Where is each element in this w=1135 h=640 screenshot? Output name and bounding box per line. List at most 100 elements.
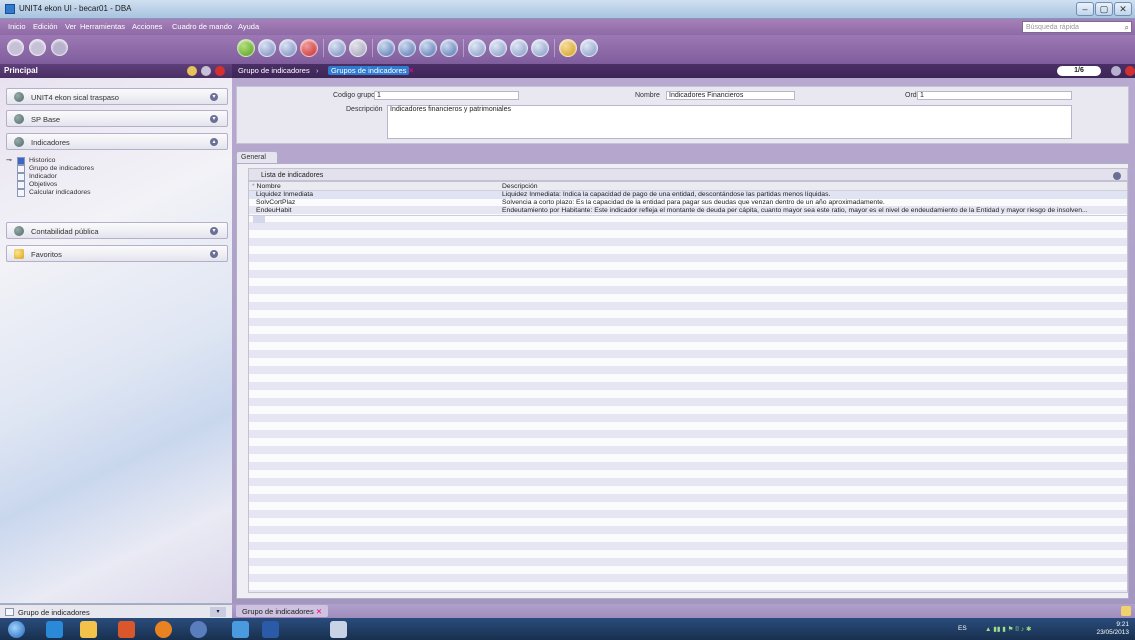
column-header-descripcion[interactable]: Descripción <box>499 182 1127 191</box>
open-form-tab[interactable]: Grupo de indicadores ✕ <box>236 605 329 617</box>
clock[interactable]: 9:21 23/05/2013 <box>1096 621 1129 637</box>
toolbar-separator <box>323 39 324 57</box>
menu-edicion[interactable]: Edición <box>33 22 58 31</box>
collapse-icon[interactable]: ▴ <box>210 138 218 146</box>
start-icon[interactable] <box>8 621 25 638</box>
language-indicator[interactable]: ES <box>958 625 967 632</box>
next-record-icon[interactable] <box>419 39 437 57</box>
menu-ayuda[interactable]: Ayuda <box>238 22 259 31</box>
toolbar <box>0 35 1135 64</box>
print-icon[interactable] <box>29 39 46 56</box>
folder-icon <box>17 157 25 165</box>
cancel-icon[interactable] <box>349 39 367 57</box>
list-header: Lista de indicadores <box>248 168 1128 181</box>
word-icon[interactable] <box>262 621 279 638</box>
find-icon[interactable] <box>468 39 486 57</box>
ekon-app-icon[interactable] <box>330 621 347 638</box>
breadcrumb-item[interactable]: Grupo de indicadores <box>238 66 310 75</box>
section-label: Indicadores <box>31 138 70 147</box>
cell-nombre[interactable]: EndeuHabit <box>253 207 497 215</box>
save-as-icon[interactable] <box>279 39 297 57</box>
nombre-field[interactable]: Indicadores Financieros <box>666 91 795 100</box>
menu-inicio[interactable]: Inicio <box>8 22 26 31</box>
maximize-button[interactable]: ▢ <box>1095 2 1113 16</box>
expand-icon[interactable]: ▾ <box>210 93 218 101</box>
close-tab-icon[interactable]: ✕ <box>408 66 414 75</box>
cell-descripcion[interactable]: Liquidez Inmediata: Indica la capacidad … <box>499 191 1125 199</box>
tree-label: Historico <box>29 157 56 164</box>
table-row[interactable]: EndeuHabit Endeutamiento por Habitante: … <box>249 207 1127 215</box>
export-icon[interactable] <box>580 39 598 57</box>
menu-cuadro-de-mando[interactable]: Cuadro de mando <box>172 22 232 31</box>
left-panel-header: Principal <box>0 64 232 78</box>
add-icon[interactable] <box>237 39 255 57</box>
folder-icon[interactable] <box>232 621 249 638</box>
last-record-icon[interactable] <box>440 39 458 57</box>
section-contabilidad-publica[interactable]: Contabilidad pública ▾ <box>6 222 228 239</box>
report-icon[interactable] <box>559 39 577 57</box>
chrome-icon[interactable] <box>190 621 207 638</box>
tray-icons[interactable]: ▲ ▮▮ ▮ ⚑ ⌷ ♪ ✱ <box>985 625 1031 634</box>
cell-descripcion[interactable]: Endeutamiento por Habitante: Este indica… <box>499 207 1125 215</box>
column-header-nombre[interactable]: * Nombre <box>249 182 499 191</box>
codigo-field[interactable]: 1 <box>374 91 519 100</box>
orden-field[interactable]: 1 <box>917 91 1072 100</box>
section-unit4-sical[interactable]: UNIT4 ekon sical traspaso ▾ <box>6 88 228 105</box>
refresh-icon[interactable] <box>51 39 68 56</box>
firefox-icon[interactable] <box>155 621 172 638</box>
close-button[interactable]: ✕ <box>1114 2 1132 16</box>
menu-acciones[interactable]: Acciones <box>132 22 162 31</box>
minimize-button[interactable]: ‒ <box>1076 2 1094 16</box>
taskbar: ES ▲ ▮▮ ▮ ⚑ ⌷ ♪ ✱ 9:21 23/05/2013 <box>0 618 1135 640</box>
filter-icon[interactable] <box>510 39 528 57</box>
settings-icon[interactable] <box>187 66 197 76</box>
codigo-label: Codigo grupo <box>333 92 376 99</box>
section-indicadores[interactable]: Indicadores ▴ <box>6 133 228 150</box>
left-panel-title: Principal <box>4 66 38 75</box>
descripcion-field[interactable]: Indicadores financieros y patrimoniales <box>387 105 1072 139</box>
section-favoritos[interactable]: Favoritos ▾ <box>6 245 228 262</box>
section-label: Contabilidad pública <box>31 227 99 236</box>
printer-icon[interactable] <box>328 39 346 57</box>
search-input[interactable]: Búsqueda rápida ⌕ <box>1022 21 1132 33</box>
minimize-form-icon[interactable] <box>1111 66 1121 76</box>
browser-icon[interactable] <box>46 621 63 638</box>
cell-nombre[interactable]: SolvCortPlaz <box>253 199 497 207</box>
expand-icon[interactable]: ▾ <box>210 227 218 235</box>
table-row[interactable]: Liquidez Inmediata Liquidez Inmediata: I… <box>249 191 1127 199</box>
section-icon <box>14 137 24 147</box>
cell-nombre[interactable]: Liquidez Inmediata <box>253 191 497 199</box>
table-row[interactable]: SolvCortPlaz Solvencia a corto plazo: Es… <box>249 199 1127 207</box>
menu-ver[interactable]: Ver <box>65 22 76 31</box>
search-icon[interactable]: ⌕ <box>1125 22 1129 33</box>
list-icon[interactable] <box>489 39 507 57</box>
options-icon[interactable] <box>531 39 549 57</box>
tree-expander-icon[interactable]: ⊸ <box>6 156 12 164</box>
table-row-new[interactable] <box>249 215 1127 223</box>
dropdown-icon[interactable]: ▾ <box>210 607 226 617</box>
close-panel-icon[interactable] <box>215 66 225 76</box>
close-form-icon[interactable] <box>1125 66 1135 76</box>
star-icon <box>14 249 24 259</box>
close-tab-icon[interactable]: ✕ <box>316 607 322 616</box>
toolbar-separator <box>372 39 373 57</box>
refresh-panel-icon[interactable] <box>201 66 211 76</box>
section-sp-base[interactable]: SP Base ▾ <box>6 110 228 127</box>
current-form-label: Grupo de indicadores <box>18 608 90 617</box>
tree-label: Calcular indicadores <box>29 189 91 196</box>
breadcrumb-item-active[interactable]: Grupos de indicadores <box>328 66 410 75</box>
expand-icon[interactable]: ▾ <box>210 115 218 123</box>
delete-icon[interactable] <box>300 39 318 57</box>
media-icon[interactable] <box>118 621 135 638</box>
save-icon[interactable] <box>258 39 276 57</box>
star-icon[interactable] <box>1121 606 1131 616</box>
first-record-icon[interactable] <box>377 39 395 57</box>
cell-descripcion[interactable]: Solvencia a corto plazo: Es la capacidad… <box>499 199 1125 207</box>
previous-record-icon[interactable] <box>398 39 416 57</box>
column-header-label: Nombre <box>256 183 281 190</box>
collapse-list-icon[interactable] <box>1113 172 1121 180</box>
expand-icon[interactable]: ▾ <box>210 250 218 258</box>
explorer-icon[interactable] <box>80 621 97 638</box>
home-icon[interactable] <box>7 39 24 56</box>
menu-herramientas[interactable]: Herramientas <box>80 22 125 31</box>
